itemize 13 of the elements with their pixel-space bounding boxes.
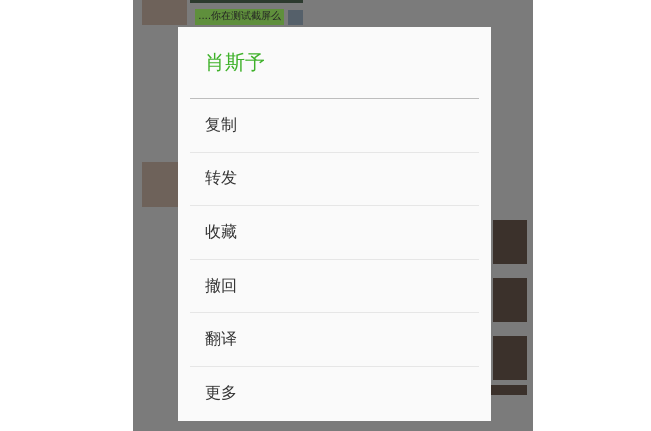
avatar-photo-placeholder (493, 336, 527, 380)
message-bubble: ....你在测试截屏么 (195, 9, 284, 25)
avatar-photo-placeholder (288, 10, 303, 24)
menu-item[interactable]: 收藏 (190, 206, 479, 260)
menu-item[interactable]: 翻译 (190, 313, 479, 367)
avatar-photo-placeholder (493, 278, 527, 322)
menu-item[interactable]: 更多 (190, 366, 479, 421)
menu-item[interactable]: 转发 (190, 152, 479, 206)
menu-title: 肖斯予 (204, 49, 266, 76)
avatar-photo-placeholder (142, 0, 187, 25)
menu-item[interactable]: 撤回 (190, 260, 479, 314)
menu-item[interactable]: 复制 (190, 99, 479, 153)
avatar-photo-placeholder (493, 220, 527, 264)
